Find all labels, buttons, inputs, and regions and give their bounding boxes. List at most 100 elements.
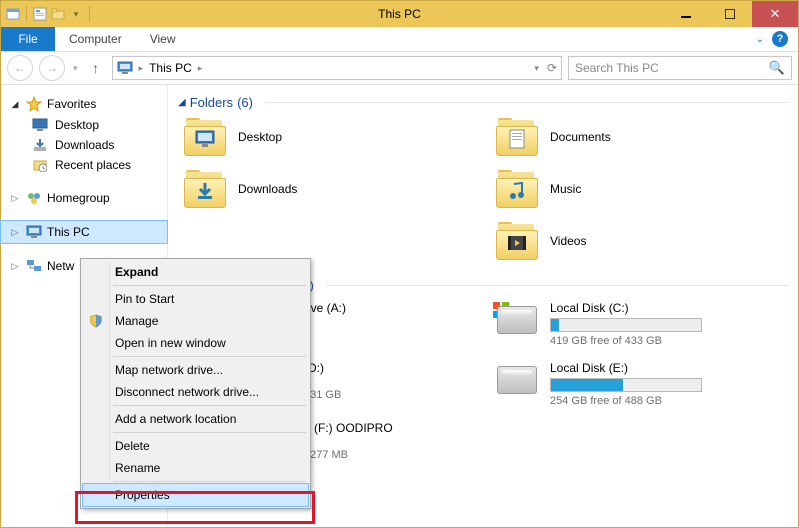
pc-icon xyxy=(117,60,133,76)
file-menu[interactable]: File xyxy=(1,27,55,51)
section-title: Folders xyxy=(190,95,233,110)
folder-videos[interactable]: Videos xyxy=(496,222,788,260)
tree-label: Favorites xyxy=(47,97,96,111)
address-bar[interactable]: ▸ This PC ▸ ▾ ⟳ xyxy=(112,56,562,80)
ribbon-expand-icon[interactable]: ⌄ xyxy=(756,34,764,45)
system-menu-icon[interactable] xyxy=(5,6,21,22)
drive-icon xyxy=(496,301,538,339)
folder-icon xyxy=(496,222,538,260)
tree-favorites[interactable]: ◢ Favorites xyxy=(1,93,167,115)
breadcrumb-chevron-icon[interactable]: ▸ xyxy=(139,63,144,74)
tree-label: Downloads xyxy=(55,138,114,152)
network-icon xyxy=(25,258,43,274)
help-icon[interactable]: ? xyxy=(772,31,788,47)
folder-label: Downloads xyxy=(238,182,297,196)
drive-name: Local Disk (E:) xyxy=(550,361,788,375)
drive-capacity-bar xyxy=(550,378,702,392)
drive-name: rive (A:) xyxy=(304,301,476,315)
drive-name: Local Disk (C:) xyxy=(550,301,788,315)
folder-icon xyxy=(184,170,226,208)
address-dropdown-icon[interactable]: ▾ xyxy=(534,63,539,74)
shield-icon xyxy=(88,313,104,329)
pc-icon xyxy=(25,224,43,240)
homegroup-icon xyxy=(25,190,43,206)
tree-label: Netw xyxy=(47,259,74,273)
expand-arrow-icon[interactable]: ▷ xyxy=(9,193,21,204)
folder-label: Videos xyxy=(550,234,586,248)
refresh-icon[interactable]: ⟳ xyxy=(547,61,557,75)
tree-homegroup[interactable]: ▷ Homegroup xyxy=(1,187,167,209)
ctx-properties[interactable]: Properties xyxy=(83,484,308,506)
maximize-button[interactable] xyxy=(708,1,752,27)
nav-history-dropdown[interactable]: ▾ xyxy=(71,63,80,74)
tree-label: Homegroup xyxy=(47,191,110,205)
folder-icon xyxy=(496,170,538,208)
ctx-open-new-window[interactable]: Open in new window xyxy=(83,332,308,354)
folder-label: Music xyxy=(550,182,581,196)
section-devices-header[interactable]: (5) xyxy=(298,278,788,293)
folder-downloads[interactable]: Downloads xyxy=(184,170,476,208)
ctx-rename[interactable]: Rename xyxy=(83,457,308,479)
folder-documents[interactable]: Documents xyxy=(496,118,788,156)
search-icon: 🔍 xyxy=(769,60,785,76)
drive-e[interactable]: Local Disk (E:) 254 GB free of 488 GB xyxy=(496,361,788,407)
qat-newfolder-icon[interactable] xyxy=(50,6,66,22)
folder-icon xyxy=(496,118,538,156)
window-title: This PC xyxy=(378,7,421,21)
ctx-add-network-location[interactable]: Add a network location xyxy=(83,408,308,430)
section-folders-header[interactable]: ◢ Folders (6) xyxy=(178,95,788,110)
titlebar: ▾ This PC ✕ xyxy=(1,1,798,27)
drive-c[interactable]: Local Disk (C:) 419 GB free of 433 GB xyxy=(496,301,788,347)
ctx-map-network-drive[interactable]: Map network drive... xyxy=(83,359,308,381)
folder-label: Documents xyxy=(550,130,611,144)
recent-icon xyxy=(31,157,49,173)
drive-subtext: 254 GB free of 488 GB xyxy=(550,395,788,407)
tree-label: This PC xyxy=(47,225,90,239)
nav-up-button[interactable]: ↑ xyxy=(86,60,106,76)
downloads-icon xyxy=(31,137,49,153)
qat-customize-icon[interactable]: ▾ xyxy=(68,6,84,22)
close-button[interactable]: ✕ xyxy=(752,1,798,27)
star-icon xyxy=(25,96,43,112)
drive-subtext: 419 GB free of 433 GB xyxy=(550,335,788,347)
expand-arrow-icon[interactable]: ▷ xyxy=(9,227,21,238)
drive-name: e (F:) OODIPRO xyxy=(304,421,476,435)
desktop-icon xyxy=(31,117,49,133)
ctx-pin-to-start[interactable]: Pin to Start xyxy=(83,288,308,310)
drive-name: (D:) xyxy=(304,361,476,375)
tree-label: Desktop xyxy=(55,118,99,132)
drive-capacity-bar xyxy=(550,318,702,332)
ctx-manage[interactable]: Manage xyxy=(83,310,308,332)
menu-computer[interactable]: Computer xyxy=(55,27,136,51)
tree-this-pc[interactable]: ▷ This PC xyxy=(1,221,167,243)
ctx-delete[interactable]: Delete xyxy=(83,435,308,457)
collapse-arrow-icon[interactable]: ◢ xyxy=(178,97,186,108)
folder-icon xyxy=(184,118,226,156)
search-placeholder: Search This PC xyxy=(575,61,659,75)
breadcrumb-location[interactable]: This PC xyxy=(149,61,192,75)
menubar: File Computer View ⌄ ? xyxy=(1,27,798,52)
qat-properties-icon[interactable] xyxy=(32,6,48,22)
menu-view[interactable]: View xyxy=(136,27,190,51)
minimize-button[interactable] xyxy=(664,1,708,27)
ctx-disconnect-network-drive[interactable]: Disconnect network drive... xyxy=(83,381,308,403)
expand-arrow-icon[interactable]: ◢ xyxy=(9,99,21,110)
context-menu: Expand Pin to Start Manage Open in new w… xyxy=(80,258,311,509)
folder-label: Desktop xyxy=(238,130,282,144)
nav-forward-button[interactable]: → xyxy=(39,55,65,81)
tree-fav-recent[interactable]: Recent places xyxy=(1,155,167,175)
search-box[interactable]: Search This PC 🔍 xyxy=(568,56,792,80)
tree-fav-downloads[interactable]: Downloads xyxy=(1,135,167,155)
folder-desktop[interactable]: Desktop xyxy=(184,118,476,156)
folder-music[interactable]: Music xyxy=(496,170,788,208)
drive-icon xyxy=(496,361,538,399)
drive-subtext: f 277 MB xyxy=(304,449,476,461)
nav-back-button[interactable]: ← xyxy=(7,55,33,81)
tree-label: Recent places xyxy=(55,158,131,172)
expand-arrow-icon[interactable]: ▷ xyxy=(9,261,21,272)
breadcrumb-chevron-icon[interactable]: ▸ xyxy=(198,63,203,74)
ctx-expand[interactable]: Expand xyxy=(83,261,308,283)
navbar: ← → ▾ ↑ ▸ This PC ▸ ▾ ⟳ Search This PC 🔍 xyxy=(1,52,798,85)
section-count: (6) xyxy=(237,95,253,110)
tree-fav-desktop[interactable]: Desktop xyxy=(1,115,167,135)
